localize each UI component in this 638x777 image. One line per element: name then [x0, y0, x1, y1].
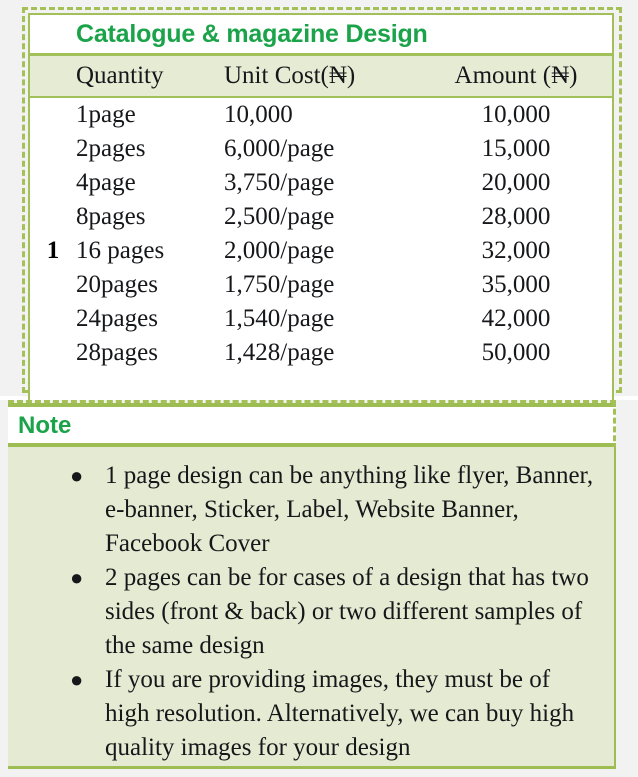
amount-value: 35,000	[481, 271, 551, 298]
note-list: ● 1 page design can be anything like fly…	[8, 447, 614, 765]
list-item-text: 2 pages can be for cases of a design tha…	[105, 564, 589, 659]
bullet-icon: ●	[70, 667, 84, 692]
table-body-row: 1 1page 2pages 4page 8pages 16 pages 20p…	[29, 97, 613, 405]
table-header-row: Quantity Unit Cost(₦) Amount (₦)	[29, 54, 613, 98]
unit-cost-value: 6,000/page	[224, 135, 335, 162]
quantity-value: 20pages	[76, 271, 158, 298]
amount-value: 42,000	[481, 305, 551, 332]
pricing-table: Catalogue & magazine Design Quantity Uni…	[28, 13, 614, 406]
bullet-icon: ●	[70, 565, 84, 590]
note-title: Note	[18, 412, 72, 439]
header-corner-cell	[29, 54, 76, 98]
note-body: ● 1 page design can be anything like fly…	[8, 447, 616, 769]
amount-value: 15,000	[481, 135, 551, 162]
unit-cost-value: 10,000	[224, 101, 293, 128]
quantity-value: 4page	[76, 169, 136, 196]
list-item-text: 1 page design can be anything like flyer…	[105, 462, 594, 557]
page-title: Catalogue & magazine Design	[76, 14, 613, 56]
column-spacer	[420, 370, 612, 404]
unit-cost-value: 2,500/page	[224, 203, 335, 230]
column-header-quantity: Quantity	[76, 54, 224, 98]
unit-cost-value: 1,750/page	[224, 271, 335, 298]
amount-value: 32,000	[481, 237, 551, 264]
amount-column: 10,000 15,000 20,000 28,000 32,000 35,00…	[420, 97, 613, 405]
amount-value: 50,000	[481, 339, 551, 366]
column-header-amount: Amount (₦)	[420, 54, 613, 98]
table-title-row: Catalogue & magazine Design	[29, 14, 613, 56]
list-item: ● 1 page design can be anything like fly…	[8, 459, 614, 561]
row-number: 1	[46, 237, 60, 264]
quantity-value: 24pages	[76, 305, 158, 332]
amount-value: 20,000	[481, 169, 551, 196]
unit-cost-value: 3,750/page	[224, 169, 335, 196]
price-table-block: Catalogue & magazine Design Quantity Uni…	[0, 0, 638, 406]
amount-value: 10,000	[481, 101, 551, 128]
column-spacer	[224, 370, 420, 404]
note-header-bar: Note	[8, 403, 616, 447]
quantity-value: 28pages	[76, 339, 158, 366]
list-item: ● If you are providing images, they must…	[8, 663, 614, 765]
unit-cost-value: 2,000/page	[224, 237, 335, 264]
list-item: ● 2 pages can be for cases of a design t…	[8, 561, 614, 663]
bullet-icon: ●	[70, 463, 84, 488]
unit-cost-column: 10,000 6,000/page 3,750/page 2,500/page …	[224, 97, 420, 405]
list-item-text: If you are providing images, they must b…	[105, 666, 575, 761]
note-block: Note ● 1 page design can be anything lik…	[0, 400, 638, 777]
column-header-unit-cost: Unit Cost(₦)	[224, 54, 420, 98]
quantity-value: 8pages	[76, 203, 146, 230]
quantity-value: 1page	[76, 101, 136, 128]
title-corner-cell	[29, 14, 76, 56]
amount-value: 28,000	[481, 203, 551, 230]
quantity-column: 1page 2pages 4page 8pages 16 pages 20pag…	[76, 97, 224, 405]
quantity-value: 16 pages	[76, 237, 165, 264]
quantity-value: 2pages	[76, 135, 146, 162]
column-spacer	[76, 370, 224, 404]
unit-cost-value: 1,428/page	[224, 339, 335, 366]
unit-cost-value: 1,540/page	[224, 305, 335, 332]
